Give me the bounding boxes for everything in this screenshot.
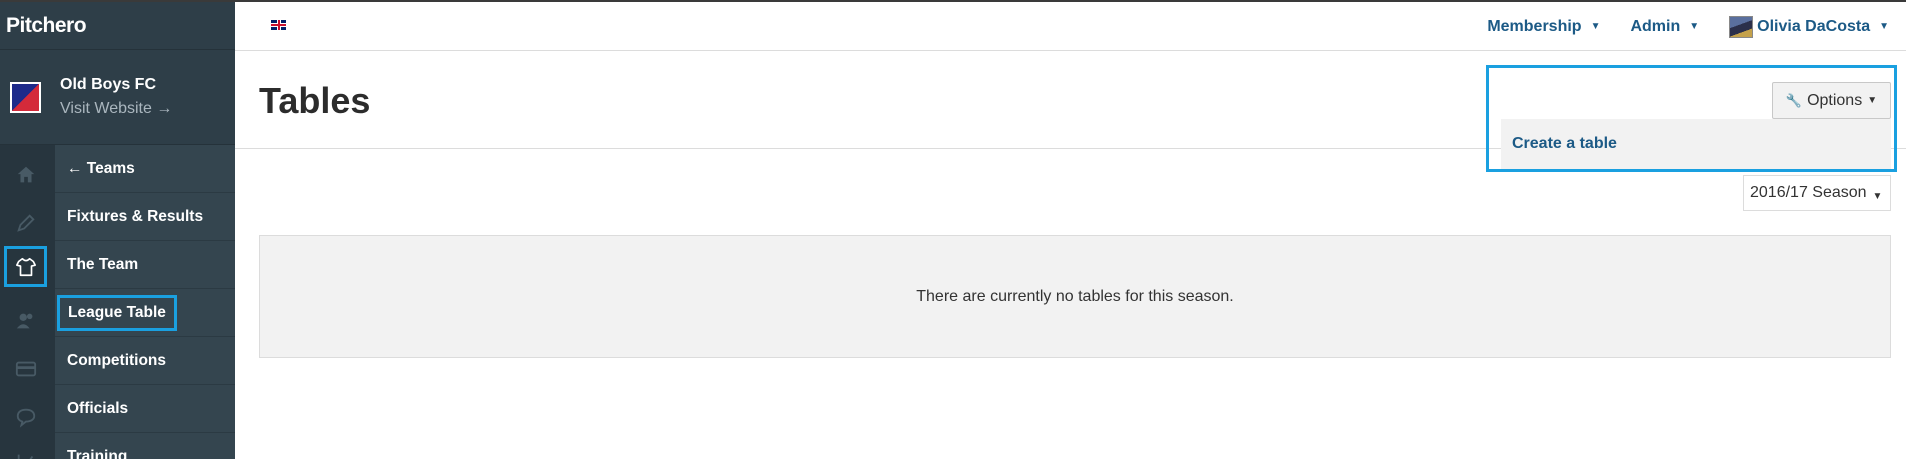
sidebar-icon-bar [0,145,55,459]
team-nav-list: ← Teams Fixtures & Results The Team Leag… [55,145,235,459]
season-select-value: 2016/17 Season [1750,184,1867,201]
caret-down-icon: ▼ [1590,21,1601,32]
chart-icon[interactable] [13,449,39,459]
app-window: Pitchero Old Boys FC Visit Website → ← T… [0,0,1906,459]
visit-website-link[interactable]: Visit Website → [60,100,172,118]
people-icon[interactable] [13,308,39,334]
membership-label: Membership [1487,17,1582,35]
nav-fixtures-results[interactable]: Fixtures & Results [55,193,235,241]
user-menu[interactable]: Olivia DaCosta ▼ [1729,15,1889,38]
nav-league-table-label: League Table [57,294,177,331]
user-name: Olivia DaCosta [1757,17,1871,35]
club-name: Old Boys FC [60,76,157,93]
empty-tables-panel: There are currently no tables for this s… [259,235,1891,358]
admin-menu[interactable]: Admin ▼ [1630,18,1699,36]
options-button[interactable]: 🔧 Options ▼ [1772,82,1891,119]
sidebar-nav: ← Teams Fixtures & Results The Team Leag… [0,145,235,459]
admin-label: Admin [1630,17,1681,35]
top-bar: Membership ▼ Admin ▼ Olivia DaCosta ▼ [235,2,1906,51]
chat-icon[interactable] [13,404,39,430]
nav-competitions[interactable]: Competitions [55,337,235,385]
nav-back-teams[interactable]: ← Teams [55,145,235,193]
wrench-icon: 🔧 [1785,92,1803,108]
caret-down-icon: ▼ [1872,190,1883,202]
home-icon[interactable] [13,162,39,188]
pen-icon[interactable] [13,210,39,236]
create-table-link[interactable]: Create a table [1512,135,1617,153]
card-icon[interactable] [13,356,39,382]
logo-bar: Pitchero [0,2,235,50]
avatar [1729,15,1754,38]
shirt-icon[interactable] [4,246,47,287]
season-select[interactable]: 2016/17 Season ▼ [1743,175,1891,211]
sidebar: Pitchero Old Boys FC Visit Website → ← T… [0,2,235,459]
pitchero-logo[interactable]: Pitchero [6,14,87,38]
uk-flag-icon[interactable] [271,20,286,30]
caret-down-icon: ▼ [1879,21,1889,32]
membership-menu[interactable]: Membership ▼ [1487,18,1600,36]
club-info: Old Boys FC Visit Website → [60,76,172,118]
top-menu: Membership ▼ Admin ▼ Olivia DaCosta ▼ [1487,2,1906,51]
nav-officials[interactable]: Officials [55,385,235,433]
club-crest-icon[interactable] [10,81,41,113]
options-dropdown: Create a table [1501,119,1891,169]
empty-message: There are currently no tables for this s… [916,287,1234,305]
nav-league-table[interactable]: League Table [55,289,235,337]
caret-down-icon: ▼ [1689,21,1700,32]
nav-training[interactable]: Training [55,433,235,459]
nav-the-team[interactable]: The Team [55,241,235,289]
club-header: Old Boys FC Visit Website → [0,50,235,145]
caret-down-icon: ▼ [1867,95,1878,106]
page-title: Tables [259,80,371,121]
options-label: Options [1807,91,1863,109]
